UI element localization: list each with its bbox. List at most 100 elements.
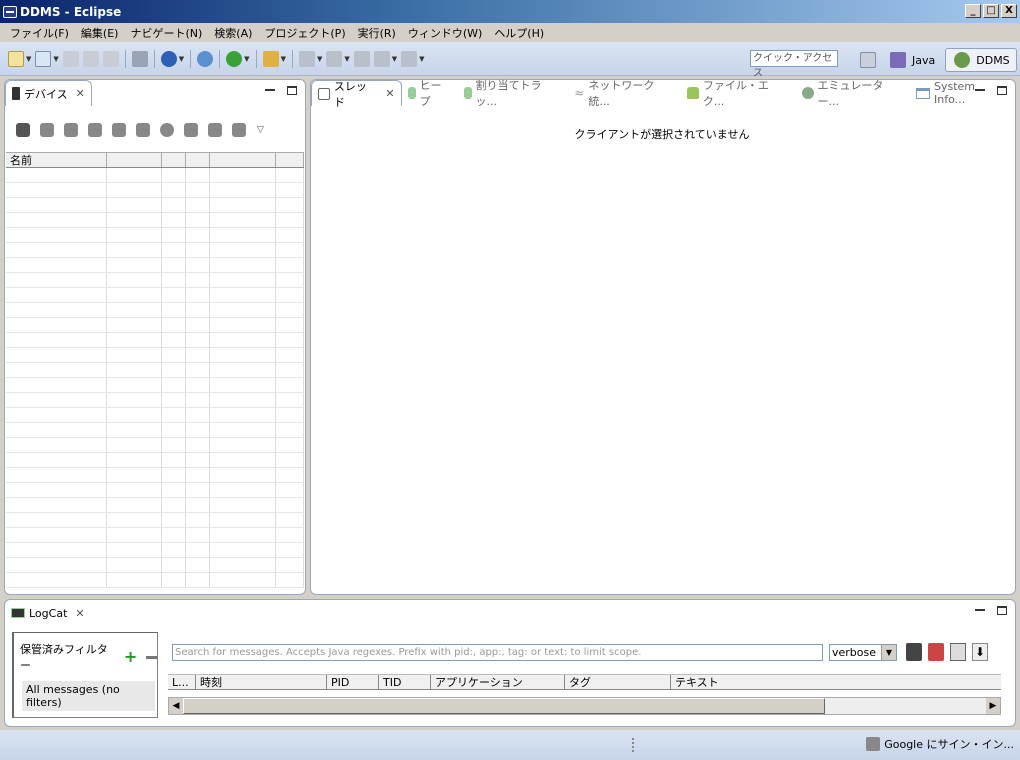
minimize-button[interactable]: _ — [965, 4, 981, 18]
table-row[interactable] — [6, 228, 304, 243]
table-row[interactable] — [6, 528, 304, 543]
stop-process-icon[interactable] — [160, 123, 174, 137]
table-row[interactable] — [6, 468, 304, 483]
table-row[interactable] — [6, 273, 304, 288]
prev-annotation-dropdown-icon[interactable]: ▼ — [344, 55, 349, 63]
tab-emulator-control[interactable]: エミュレーター... — [796, 79, 910, 108]
log-level-select[interactable]: verbose ▼ — [829, 644, 897, 661]
column-time[interactable]: 時刻 — [196, 675, 327, 689]
column-header[interactable] — [107, 153, 162, 167]
table-row[interactable] — [6, 168, 304, 183]
open-perspective-icon[interactable] — [860, 52, 876, 68]
dump-hprof-icon[interactable] — [64, 123, 78, 137]
table-row[interactable] — [6, 378, 304, 393]
menu-file[interactable]: ファイル(F) — [4, 25, 75, 41]
column-header[interactable] — [186, 153, 210, 167]
tab-logcat[interactable]: LogCat ✕ — [5, 600, 91, 626]
table-row[interactable] — [6, 198, 304, 213]
quick-access-input[interactable]: クイック・アクセス — [750, 50, 838, 79]
table-row[interactable] — [6, 498, 304, 513]
menu-window[interactable]: ウィンドウ(W) — [402, 25, 488, 41]
back-dropdown-icon[interactable]: ▼ — [392, 55, 397, 63]
table-row[interactable] — [6, 558, 304, 573]
maximize-view-icon[interactable] — [997, 86, 1007, 95]
new-icon[interactable] — [8, 50, 24, 67]
run-dropdown-icon[interactable]: ▼ — [244, 55, 249, 63]
column-header[interactable]: 名前 — [6, 153, 107, 167]
menu-edit[interactable]: 編集(E) — [75, 25, 125, 41]
back-icon[interactable] — [373, 50, 390, 67]
next-annotation-icon[interactable] — [298, 50, 315, 67]
new-class-icon[interactable] — [35, 50, 52, 67]
debug-process-icon[interactable] — [16, 123, 30, 137]
forward-icon[interactable] — [401, 50, 418, 67]
maximize-view-icon[interactable] — [287, 86, 297, 95]
table-row[interactable] — [6, 363, 304, 378]
menu-navigate[interactable]: ナビゲート(N) — [124, 25, 208, 41]
table-row[interactable] — [6, 513, 304, 528]
table-row[interactable] — [6, 183, 304, 198]
clear-log-icon[interactable] — [928, 643, 944, 661]
column-header[interactable] — [210, 153, 276, 167]
maximize-button[interactable]: □ — [983, 4, 999, 18]
maximize-view-icon[interactable] — [997, 606, 1007, 615]
start-method-profiling-icon[interactable] — [136, 123, 150, 137]
table-row[interactable] — [6, 243, 304, 258]
systrace-icon[interactable] — [232, 123, 246, 137]
print-icon[interactable] — [102, 50, 119, 67]
debug-icon[interactable] — [197, 50, 214, 67]
table-row[interactable] — [6, 288, 304, 303]
google-plugin-dropdown-icon[interactable]: ▼ — [179, 55, 184, 63]
close-icon[interactable]: ✕ — [385, 87, 394, 100]
tab-file-explorer[interactable]: ファイル・エク... — [681, 79, 796, 108]
view-menu-icon[interactable]: ▽ — [257, 125, 264, 135]
column-text[interactable]: テキスト — [671, 675, 1001, 689]
save-all-icon[interactable] — [82, 50, 99, 67]
menu-search[interactable]: 検索(A) — [208, 25, 258, 41]
table-row[interactable] — [6, 543, 304, 558]
toggle-filters-icon[interactable] — [950, 643, 966, 661]
android-sdk-icon[interactable] — [131, 50, 148, 67]
table-row[interactable] — [6, 393, 304, 408]
logcat-search-input[interactable]: Search for messages. Accepts Java regexe… — [172, 644, 823, 661]
new-class-dropdown-icon[interactable]: ▼ — [53, 55, 58, 63]
tab-network-statistics[interactable]: ≈ ネットワーク統... — [568, 79, 681, 108]
table-row[interactable] — [6, 453, 304, 468]
table-row[interactable] — [6, 258, 304, 273]
logcat-horizontal-scrollbar[interactable]: ◀ ▶ — [168, 697, 1001, 715]
column-pid[interactable]: PID — [327, 675, 379, 689]
google-plugin-icon[interactable] — [160, 50, 177, 67]
scrollbar-thumb[interactable] — [183, 698, 825, 714]
table-row[interactable] — [6, 573, 304, 588]
menu-project[interactable]: プロジェクト(P) — [258, 25, 351, 41]
table-row[interactable] — [6, 408, 304, 423]
run-icon[interactable] — [226, 50, 243, 67]
google-sign-in[interactable]: Google にサイン・イン... — [866, 736, 1014, 752]
tab-devices[interactable]: デバイス ✕ — [5, 80, 92, 106]
close-button[interactable]: X — [1001, 4, 1017, 18]
scroll-lock-icon[interactable]: ⬇ — [972, 643, 988, 661]
new-dropdown-icon[interactable]: ▼ — [26, 55, 31, 63]
scroll-left-icon[interactable]: ◀ — [169, 698, 183, 714]
column-level[interactable]: L... — [168, 675, 196, 689]
column-header[interactable] — [276, 153, 304, 167]
dump-view-hierarchy-icon[interactable] — [208, 123, 222, 137]
minimize-view-icon[interactable] — [265, 86, 275, 91]
table-row[interactable] — [6, 318, 304, 333]
minimize-view-icon[interactable] — [975, 86, 985, 91]
column-tag[interactable]: タグ — [565, 675, 671, 689]
minimize-view-icon[interactable] — [975, 606, 985, 611]
filter-all-messages[interactable]: All messages (no filters) — [22, 681, 155, 711]
save-icon[interactable] — [62, 50, 79, 67]
table-row[interactable] — [6, 483, 304, 498]
chevron-down-icon[interactable]: ▼ — [881, 645, 896, 660]
table-row[interactable] — [6, 303, 304, 318]
screen-capture-icon[interactable] — [184, 123, 198, 137]
table-row[interactable] — [6, 438, 304, 453]
close-icon[interactable]: ✕ — [75, 607, 84, 620]
table-row[interactable] — [6, 423, 304, 438]
column-application[interactable]: アプリケーション — [431, 675, 565, 689]
next-annotation-dropdown-icon[interactable]: ▼ — [317, 55, 322, 63]
table-row[interactable] — [6, 348, 304, 363]
menu-run[interactable]: 実行(R) — [352, 25, 402, 41]
